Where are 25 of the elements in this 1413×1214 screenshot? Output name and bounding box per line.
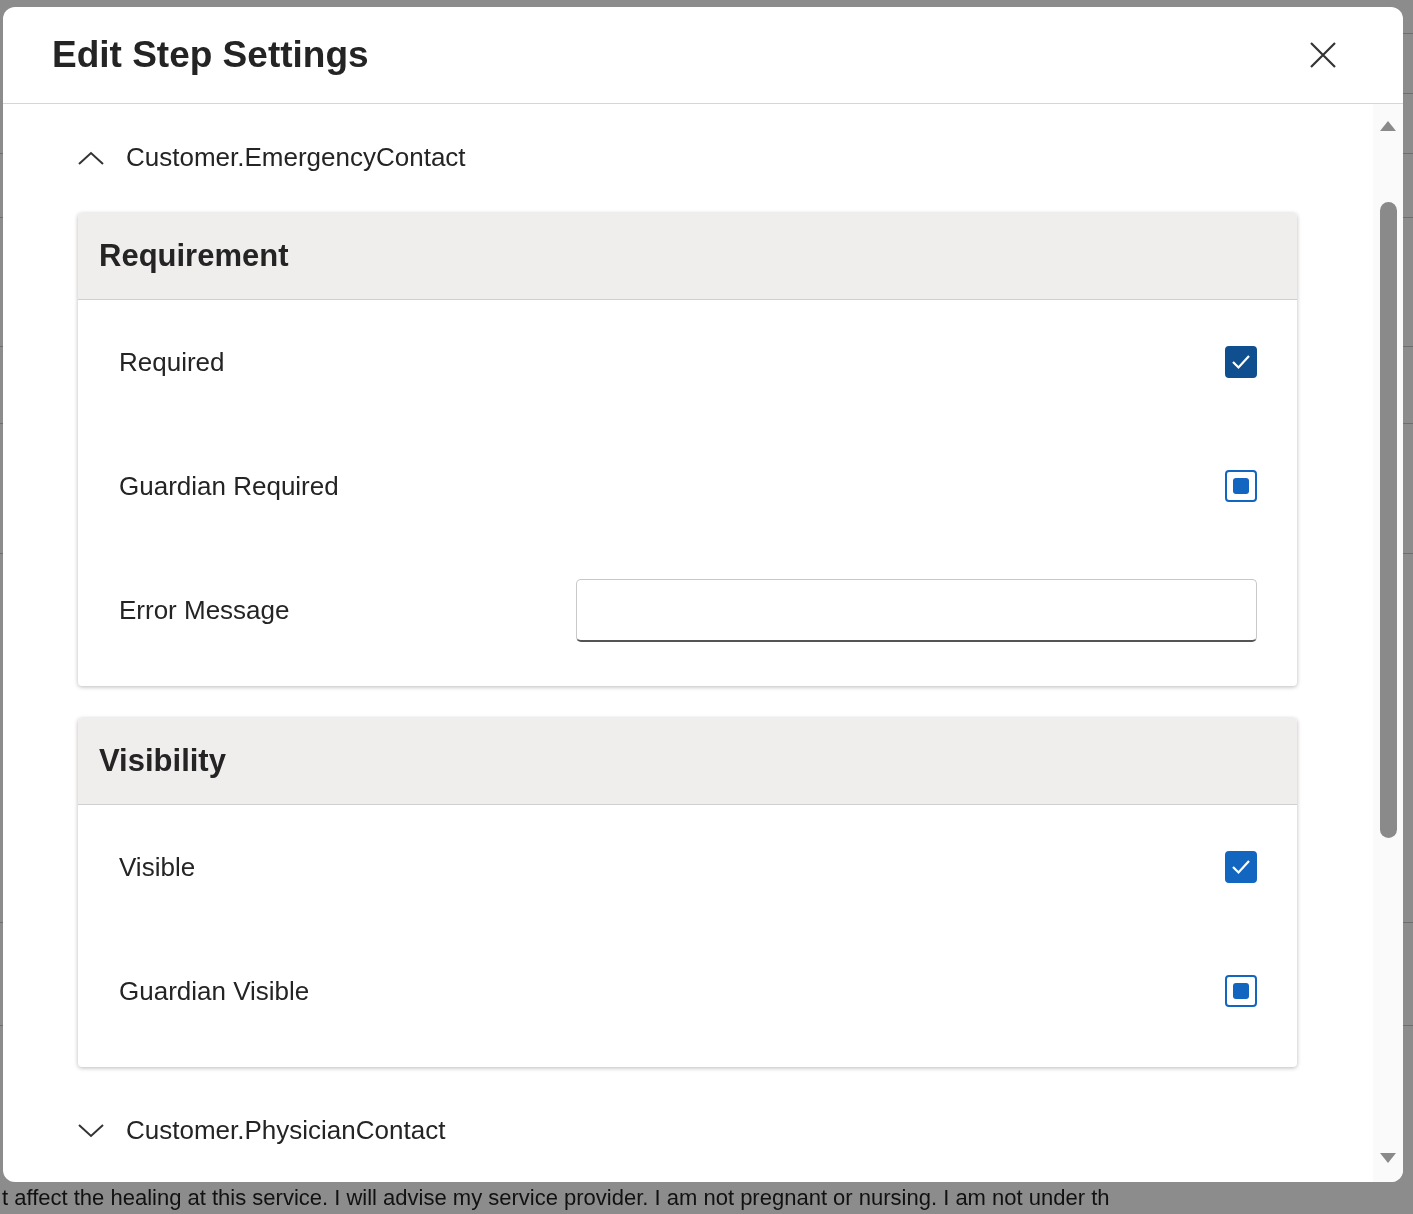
card-title: Requirement: [99, 236, 289, 275]
scrollbar-thumb[interactable]: [1379, 202, 1397, 838]
field-label: Visible: [119, 850, 196, 884]
field-label: Error Message: [119, 593, 290, 627]
chevron-down-icon: [78, 1123, 104, 1138]
scroll-up-icon[interactable]: [1379, 120, 1397, 132]
scroll-down-icon[interactable]: [1379, 1152, 1397, 1164]
text-input-field[interactable]: [576, 578, 1257, 642]
dialog-title: Edit Step Settings: [52, 32, 369, 77]
field-label: Guardian Visible: [119, 974, 310, 1008]
field-label: Required: [119, 345, 225, 379]
checkbox[interactable]: [1225, 470, 1257, 502]
checkbox[interactable]: [1225, 975, 1257, 1007]
close-icon: [1309, 41, 1337, 69]
check-icon: [1231, 859, 1251, 875]
chevron-up-icon: [78, 150, 104, 165]
background-paragraph: t affect the healing at this service. I will advise my service provider. I am not pregnant or nursing. I am not under th: [2, 1184, 1110, 1212]
checkbox[interactable]: [1225, 346, 1257, 378]
accordion-header[interactable]: Customer.EmergencyContact: [78, 138, 466, 177]
card-title: Visibility: [99, 741, 226, 780]
accordion-header[interactable]: Customer.PhysicianContact: [78, 1111, 446, 1150]
field-label: Guardian Required: [119, 469, 339, 503]
checkbox[interactable]: [1225, 851, 1257, 883]
check-icon: [1231, 354, 1251, 370]
scrollbar[interactable]: [1373, 104, 1403, 1182]
